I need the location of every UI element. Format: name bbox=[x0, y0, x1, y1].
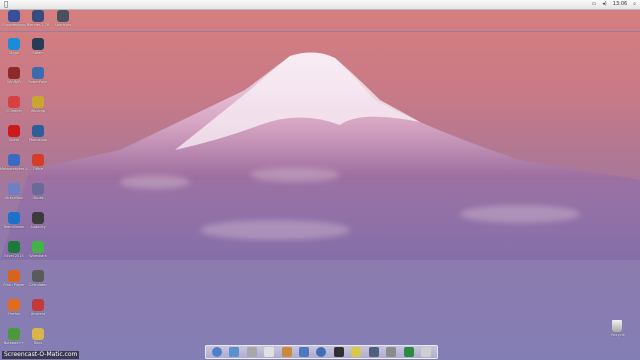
safari-dock-icon[interactable] bbox=[298, 347, 309, 357]
app-icon bbox=[8, 125, 20, 137]
games-dock-icon[interactable] bbox=[403, 347, 414, 357]
desktop-icon[interactable]: VirtualBox bbox=[2, 183, 26, 209]
desktop-icon[interactable]: Calculator bbox=[26, 270, 50, 296]
icon-label: Photoshop bbox=[28, 138, 48, 142]
trash-dock-icon[interactable] bbox=[421, 347, 432, 357]
search-icon[interactable]: ⌕ bbox=[633, 0, 636, 9]
desktop-icon[interactable]: Winamp bbox=[26, 96, 50, 122]
mail-dock-icon[interactable] bbox=[281, 347, 292, 357]
app-icon bbox=[32, 96, 44, 108]
settings-dock-icon[interactable] bbox=[386, 347, 397, 357]
music-dock-icon[interactable] bbox=[316, 347, 327, 357]
icon-label: Wireshark bbox=[29, 254, 47, 258]
desktop-icon-blender[interactable]: Blender 2.76 bbox=[26, 10, 50, 36]
cloud bbox=[120, 175, 190, 189]
showdesktop-icon bbox=[8, 10, 20, 22]
icon-label: iTunes bbox=[32, 196, 44, 200]
desktop-icon[interactable]: Utorrent bbox=[26, 299, 50, 325]
desktop-icon[interactable]: Flash Player bbox=[2, 270, 26, 296]
dock bbox=[205, 345, 438, 359]
desktop-icon-shortcuts[interactable]: Shortcuts bbox=[51, 10, 75, 36]
app-icon bbox=[8, 241, 20, 253]
desktop-icon[interactable]: Wireshark bbox=[26, 241, 50, 267]
app-icon bbox=[8, 270, 20, 282]
desktop-icon[interactable]: Firefox bbox=[2, 299, 26, 325]
app-icon bbox=[32, 299, 44, 311]
desktop-icon[interactable]: Opera bbox=[2, 125, 26, 151]
desktop-icon[interactable]: TeamViewer bbox=[2, 212, 26, 238]
video-dock-icon[interactable] bbox=[333, 347, 344, 357]
icon-label: Calculator bbox=[29, 283, 47, 287]
trash-icon bbox=[612, 320, 622, 332]
desktop-icon[interactable]: Excel 2013 bbox=[2, 241, 26, 267]
trash-label: Recycle bbox=[611, 333, 625, 337]
desktop-icon[interactable]: Audacity bbox=[26, 212, 50, 238]
icon-label: Audacity bbox=[30, 225, 46, 229]
app-icon bbox=[32, 328, 44, 340]
app-icon bbox=[8, 96, 20, 108]
app-icon bbox=[32, 270, 44, 282]
app-icon bbox=[8, 212, 20, 224]
wallpaper-mountain bbox=[0, 52, 640, 360]
notes-dock-icon[interactable] bbox=[264, 347, 275, 357]
app-icon bbox=[8, 38, 20, 50]
app-icon bbox=[32, 154, 44, 166]
icon-label: Shortcuts bbox=[54, 23, 72, 27]
menu-bar:  ▭ ◂) 13:06 ⌕ bbox=[0, 0, 640, 10]
icon-label: Blender 2.76 bbox=[26, 23, 50, 27]
maps-dock-icon[interactable] bbox=[229, 347, 240, 357]
desktop-icon[interactable]: Steam bbox=[26, 38, 50, 64]
app-icon bbox=[8, 67, 20, 79]
app-icon bbox=[32, 67, 44, 79]
app-icon bbox=[32, 212, 44, 224]
icon-label: Utorrent bbox=[30, 312, 46, 316]
icon-label: Office bbox=[32, 167, 44, 171]
desktop-icon[interactable]: WinRAR bbox=[2, 67, 26, 93]
app-icon bbox=[8, 299, 20, 311]
finder-dock-icon[interactable] bbox=[211, 347, 222, 357]
monitor-dock-icon[interactable] bbox=[368, 347, 379, 357]
app-icon bbox=[8, 183, 20, 195]
system-tray: ▭ ◂) 13:06 ⌕ bbox=[592, 0, 636, 9]
desktop-icon[interactable]: Skype bbox=[2, 38, 26, 64]
icon-label: Steam bbox=[32, 51, 44, 55]
desktop-icon[interactable]: CCleaner bbox=[2, 96, 26, 122]
recycle-bin[interactable]: Recycle bbox=[606, 320, 630, 346]
desktop-icon[interactable]: iTunes bbox=[26, 183, 50, 209]
watermark: Screencast-O-Matic.com bbox=[2, 351, 80, 359]
icon-label: Docs bbox=[33, 341, 43, 345]
clock[interactable]: 13:06 bbox=[613, 0, 627, 9]
app-icon bbox=[32, 241, 44, 253]
icon-label: PowerPoint bbox=[28, 80, 48, 84]
cloud bbox=[200, 220, 350, 240]
app-icon bbox=[8, 328, 20, 340]
desktop-icon[interactable]: Photoshop bbox=[26, 125, 50, 151]
desktop-icon-showdesktop[interactable]: Showdesktop bbox=[2, 10, 26, 36]
app-icon bbox=[32, 38, 44, 50]
files-dock-icon[interactable] bbox=[246, 347, 257, 357]
shortcuts-icon bbox=[57, 10, 69, 22]
app-icon bbox=[32, 183, 44, 195]
desktop-icon[interactable]: PowerPoint bbox=[26, 67, 50, 93]
cloud bbox=[250, 168, 340, 182]
icon-label: Winamp bbox=[30, 109, 46, 113]
home-dock-icon[interactable] bbox=[351, 347, 362, 357]
volume-icon[interactable]: ◂) bbox=[602, 0, 606, 9]
app-icon bbox=[32, 125, 44, 137]
apple-logo-icon[interactable]:  bbox=[4, 0, 8, 9]
desktop-icon[interactable]: Office bbox=[26, 154, 50, 180]
app-icon bbox=[8, 154, 20, 166]
blender-icon bbox=[32, 10, 44, 22]
display-icon[interactable]: ▭ bbox=[592, 0, 597, 9]
desktop-icon[interactable]: Malwarebytes Anti-Malware bbox=[0, 154, 28, 180]
cloud bbox=[460, 205, 580, 223]
